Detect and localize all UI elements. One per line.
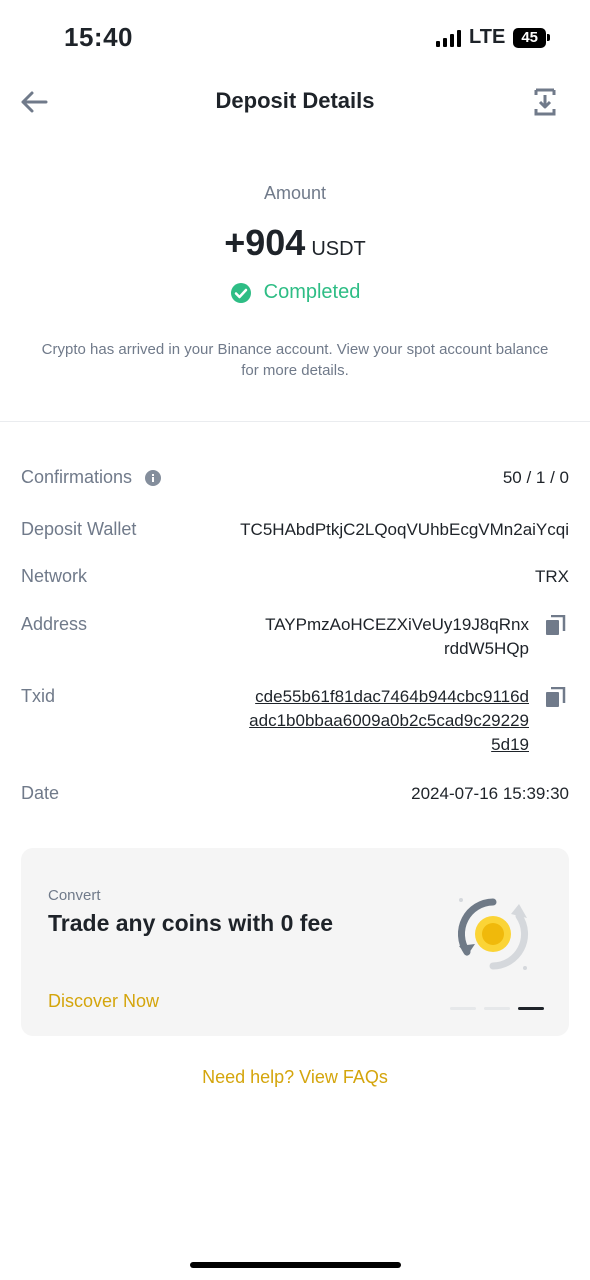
promo-kicker: Convert bbox=[48, 887, 101, 904]
download-receipt-icon[interactable] bbox=[534, 88, 556, 116]
amount-label: Amount bbox=[263, 183, 327, 203]
carousel-indicator[interactable] bbox=[450, 1007, 544, 1010]
confirmations-label: Confirmations bbox=[21, 467, 162, 488]
address-value: TAYPmzAoHCEZXiVeUy19J8qRnx rddW5HQp bbox=[265, 615, 529, 658]
amount-unit: USDT bbox=[311, 238, 366, 260]
status-text: Completed bbox=[263, 281, 361, 303]
arrival-info-text: Crypto has arrived in your Binance accou… bbox=[41, 341, 549, 379]
status-time: 15:40 bbox=[64, 22, 133, 52]
home-indicator bbox=[190, 1262, 401, 1268]
confirmations-value: 50 / 1 / 0 bbox=[502, 468, 569, 487]
date-value: 2024-07-16 15:39:30 bbox=[411, 784, 569, 803]
discover-now-link[interactable]: Discover Now bbox=[48, 991, 159, 1012]
txid-label: Txid bbox=[21, 686, 56, 706]
check-circle-icon bbox=[230, 282, 251, 303]
amount-display: +904 USDT bbox=[0, 222, 590, 264]
address-label: Address bbox=[21, 614, 88, 634]
amount-value: +904 bbox=[224, 222, 306, 263]
network-label: Network bbox=[21, 566, 88, 586]
copy-address-icon[interactable] bbox=[546, 615, 566, 635]
battery-icon: 45 bbox=[513, 27, 550, 48]
network-type: LTE bbox=[469, 26, 506, 48]
deposit-wallet-label: Deposit Wallet bbox=[21, 519, 137, 539]
divider bbox=[0, 421, 590, 422]
info-icon[interactable] bbox=[145, 470, 162, 487]
deposit-wallet-value: TC5HAbdPtkjC2LQoqVUhbEcgVMn2aiYcqi bbox=[240, 520, 569, 539]
promo-title: Trade any coins with 0 fee bbox=[48, 910, 334, 936]
convert-promo-card[interactable]: Convert Trade any coins with 0 fee Disco… bbox=[21, 848, 569, 1036]
network-value: TRX bbox=[535, 567, 569, 586]
status-badge: Completed bbox=[0, 281, 590, 304]
help-faq-link[interactable]: Need help? View FAQs bbox=[0, 1067, 590, 1088]
page-title: Deposit Details bbox=[215, 88, 375, 113]
txid-link[interactable]: cde55b61f81dac7464b944cbc9116d adc1b0bba… bbox=[199, 685, 529, 757]
copy-txid-icon[interactable] bbox=[546, 687, 566, 707]
date-label: Date bbox=[21, 783, 60, 803]
convert-coin-icon bbox=[457, 898, 529, 970]
status-indicators: LTE 45 bbox=[436, 26, 550, 49]
signal-icon bbox=[436, 29, 462, 47]
battery-level: 45 bbox=[513, 27, 546, 48]
